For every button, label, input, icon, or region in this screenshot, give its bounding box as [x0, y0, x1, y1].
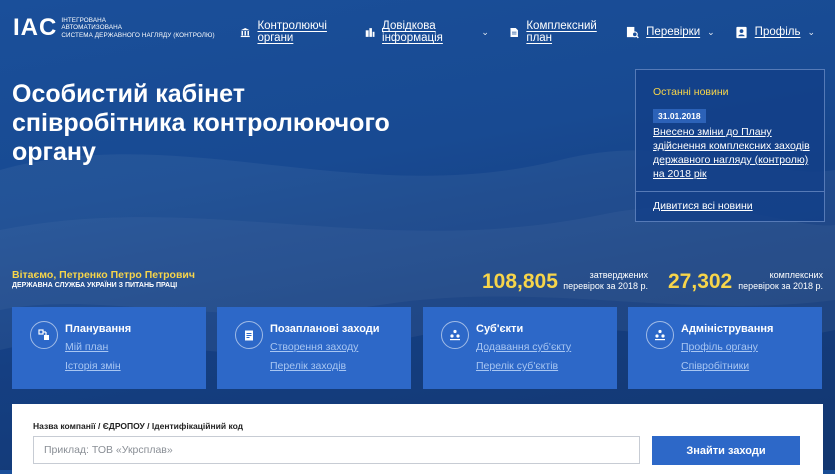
subjects-list-link[interactable]: Перелік суб'єктів [476, 360, 558, 372]
card-administration: Адміністрування Профіль органу Співробіт… [628, 307, 822, 389]
chevron-down-icon: ⌄ [481, 26, 489, 37]
logo-caption-line: автоматизована [61, 24, 123, 32]
city-icon [365, 27, 375, 37]
my-plan-link[interactable]: Мій план [65, 341, 108, 353]
main-nav: Контролюючі органи Довідкова інформація … [240, 20, 835, 44]
card-subjects: Суб'єкти Додавання суб'єкту Перелік суб'… [423, 307, 617, 389]
nav-label: Контролюючі органи [257, 20, 327, 44]
stat-desc-line: комплексних [769, 270, 823, 280]
nav-inspections[interactable]: Перевірки ⌄ [626, 20, 715, 44]
stat-approved-desc: затверджених перевірок за 2018 р. [560, 270, 648, 292]
latest-news-panel: Останні новини 31.01.2018 Внесено зміни … [635, 69, 825, 222]
measures-list-link[interactable]: Перелік заходів [270, 360, 346, 372]
profile-icon [736, 26, 747, 38]
logo-caption: Інтегрована автоматизована система держа… [61, 17, 214, 39]
chevron-down-icon: ⌄ [707, 26, 715, 37]
page-title-line: співробітника контролюючого [12, 109, 390, 137]
page-title-line: Особистий кабінет [12, 80, 245, 108]
add-subject-link[interactable]: Додавання суб'єкту [476, 341, 571, 353]
card-title: Позапланові заходи [270, 323, 380, 335]
stat-complex-value: 27,302 [668, 270, 733, 293]
organ-profile-link[interactable]: Профіль органу [681, 341, 758, 353]
search-label: Назва компанії / ЄДРОПОУ / Ідентифікацій… [33, 421, 244, 431]
company-search-input[interactable] [33, 436, 640, 464]
page-title-line: органу [12, 138, 96, 166]
hierarchy-icon [441, 321, 469, 349]
stat-complex-desc: комплексних перевірок за 2018 р. [735, 270, 823, 292]
all-news-link[interactable]: Дивитися всі новини [653, 200, 753, 212]
document-icon [510, 27, 518, 37]
chevron-down-icon: ⌄ [807, 26, 815, 37]
clipboard-icon [235, 321, 263, 349]
stat-desc-line: перевірок за 2018 р. [563, 281, 648, 291]
stat-desc-line: затверджених [589, 270, 648, 280]
page-title: Особистий кабінет співробітника контролю… [12, 80, 432, 167]
planning-icon [30, 321, 58, 349]
nav-reference-info[interactable]: Довідкова інформація ⌄ [365, 20, 489, 44]
nav-label: Перевірки [646, 26, 701, 38]
nav-label: Довідкова інформація [382, 20, 443, 44]
admin-icon [646, 321, 674, 349]
department-name: ДЕРЖАВНА СЛУЖБА УКРАЇНИ З ПИТАНЬ ПРАЦІ [12, 282, 178, 289]
nav-label: Комплексний план [526, 20, 597, 44]
create-measure-link[interactable]: Створення заходу [270, 341, 358, 353]
divider [636, 191, 824, 192]
card-title: Адміністрування [681, 323, 774, 335]
bank-icon [240, 27, 250, 37]
employees-link[interactable]: Співробітники [681, 360, 749, 372]
welcome-greeting: Вітаємо, Петренко Петро Петрович [12, 269, 195, 281]
card-planning: Планування Мій план Історія змін [12, 307, 206, 389]
search-panel: Назва компанії / ЄДРОПОУ / Ідентифікацій… [12, 404, 823, 474]
nav-control-bodies[interactable]: Контролюючі органи [240, 20, 345, 44]
news-headline-link[interactable]: Внесено зміни до Плану здійснення компле… [653, 125, 813, 181]
logo[interactable]: IAC Інтегрована автоматизована система д… [13, 16, 215, 40]
search-doc-icon [627, 26, 639, 38]
nav-profile[interactable]: Профіль ⌄ [735, 20, 815, 44]
card-title: Планування [65, 323, 132, 335]
nav-complex-plan[interactable]: Комплексний план [509, 20, 606, 44]
stat-approved-value: 108,805 [482, 270, 558, 293]
card-unplanned-measures: Позапланові заходи Створення заходу Пере… [217, 307, 411, 389]
nav-label: Профіль [754, 26, 801, 38]
logo-mark: IAC [13, 14, 58, 41]
top-header: IAC Інтегрована автоматизована система д… [0, 0, 835, 58]
card-title: Суб'єкти [476, 323, 524, 335]
find-measures-button[interactable]: Знайти заходи [652, 436, 800, 465]
news-date-badge: 31.01.2018 [653, 109, 706, 123]
change-history-link[interactable]: Історія змін [65, 360, 121, 372]
stat-desc-line: перевірок за 2018 р. [738, 281, 823, 291]
news-title: Останні новини [653, 86, 729, 98]
logo-caption-line: система державного нагляду (контролю) [61, 31, 215, 39]
logo-caption-line: Інтегрована [61, 16, 107, 24]
